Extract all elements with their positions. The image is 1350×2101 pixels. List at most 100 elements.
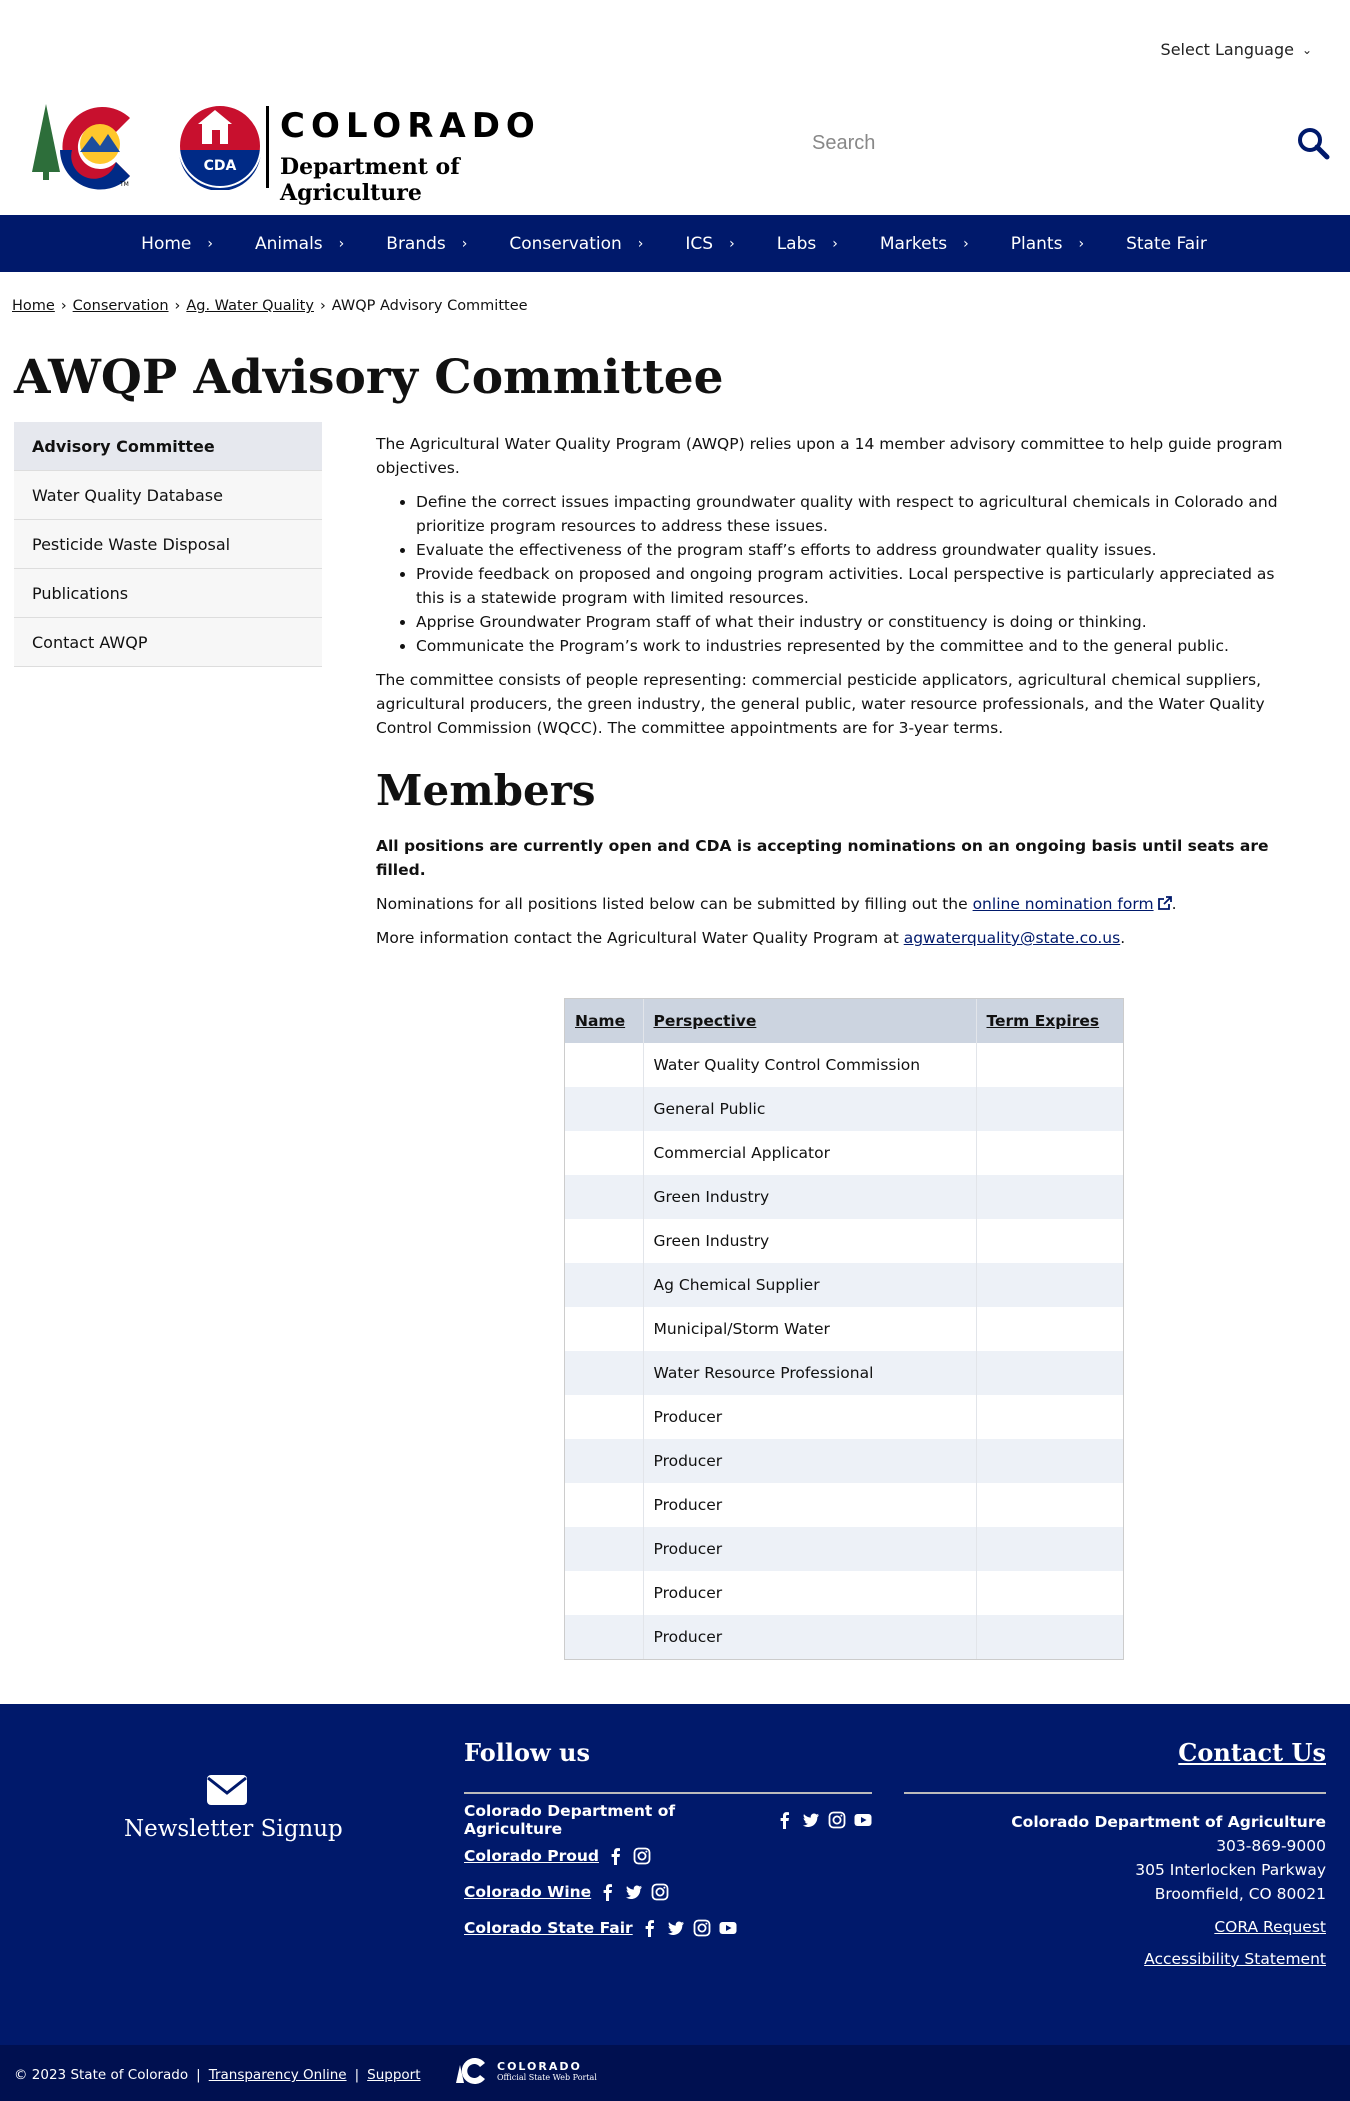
table-row: Commercial Applicator	[565, 1131, 1123, 1175]
chevron-down-icon: ⌄	[1301, 42, 1312, 57]
nav-label: Conservation	[509, 233, 622, 254]
members-table-wrap: Name Perspective Term Expires Water Qual…	[564, 998, 1124, 1660]
breadcrumb-ag-water-quality[interactable]: Ag. Water Quality	[186, 298, 314, 314]
cell-perspective: Water Resource Professional	[642, 1351, 976, 1395]
contact-us-link[interactable]: Contact Us	[1178, 1738, 1326, 1767]
nav-item-ics[interactable]: ICS ›	[685, 234, 756, 254]
nav-item-labs[interactable]: Labs ›	[777, 234, 860, 254]
footer: Newsletter Signup Follow us Colorado Dep…	[0, 1704, 1350, 2045]
nav-item-state-fair[interactable]: State Fair	[1126, 234, 1229, 254]
cda-logo[interactable]: TM CDA COLORADO Department of Agricultur…	[30, 100, 540, 206]
contact-heading: Contact Us	[904, 1738, 1326, 1794]
nav-item-animals[interactable]: Animals ›	[255, 234, 366, 254]
chevron-right-icon: ›	[207, 235, 213, 252]
facebook-icon[interactable]	[607, 1847, 625, 1865]
copyright-line: © 2023 State of Colorado | Transparency On…	[14, 2067, 421, 2083]
cora-request-link[interactable]: CORA Request	[1214, 1918, 1326, 1936]
cell-name	[565, 1087, 643, 1131]
column-header-term-expires[interactable]: Term Expires	[975, 999, 1123, 1043]
newsletter-label: Newsletter Signup	[124, 1816, 343, 1842]
transparency-link[interactable]: Transparency Online	[209, 2067, 347, 2083]
contact-city: Broomfield, CO 80021	[1154, 1885, 1326, 1903]
sidebar-item-advisory-committee[interactable]: Advisory Committee	[14, 422, 322, 471]
breadcrumb-separator: ›	[319, 298, 326, 314]
table-row: Producer	[565, 1395, 1123, 1439]
search-input[interactable]	[800, 131, 1260, 155]
brand-row: TM CDA COLORADO Department of Agricultur…	[0, 82, 1350, 215]
content-area: Advisory Committee Water Quality Databas…	[0, 422, 1350, 1704]
instagram-icon[interactable]	[693, 1919, 711, 1937]
twitter-icon[interactable]	[667, 1919, 685, 1937]
separator: |	[354, 2067, 360, 2083]
nav-item-conservation[interactable]: Conservation ›	[509, 234, 665, 254]
table-row: Producer	[565, 1615, 1123, 1659]
cell-term	[975, 1483, 1123, 1527]
contact-phone: 303-869-9000	[1216, 1837, 1326, 1855]
support-link[interactable]: Support	[367, 2067, 420, 2083]
list-item: Communicate the Program’s work to indust…	[416, 634, 1296, 658]
twitter-icon[interactable]	[625, 1883, 643, 1901]
nav-label: Animals	[254, 233, 323, 254]
table-row: General Public	[565, 1087, 1123, 1131]
state-portal-logo[interactable]: COLORADO Official State Web Portal	[455, 2057, 597, 2085]
cell-name	[565, 1043, 643, 1087]
info-paragraph: More information contact the Agricultura…	[376, 926, 1296, 950]
language-select[interactable]: Select Language ⌄	[1161, 40, 1312, 59]
instagram-icon[interactable]	[651, 1883, 669, 1901]
portal-line1: COLORADO	[497, 2060, 582, 2073]
list-item: Evaluate the effectiveness of the progra…	[416, 538, 1296, 562]
sidebar-item-contact-awqp[interactable]: Contact AWQP	[14, 618, 322, 667]
social-row-label[interactable]: Colorado Proud	[464, 1847, 599, 1865]
portal-text: COLORADO Official State Web Portal	[497, 2060, 597, 2082]
email-link[interactable]: agwaterquality@state.co.us	[904, 929, 1121, 947]
table-row: Green Industry	[565, 1175, 1123, 1219]
twitter-icon[interactable]	[802, 1811, 820, 1829]
accessibility-link[interactable]: Accessibility Statement	[1144, 1950, 1326, 1968]
instagram-icon[interactable]	[633, 1847, 651, 1865]
main-content: The Agricultural Water Quality Program (…	[376, 422, 1296, 1704]
sidebar-item-publications[interactable]: Publications	[14, 569, 322, 618]
cell-name	[565, 1439, 643, 1483]
facebook-icon[interactable]	[599, 1883, 617, 1901]
newsletter-signup[interactable]: Newsletter Signup	[124, 1774, 343, 1842]
follow-us-section: Follow us Colorado Department of Agricul…	[464, 1738, 872, 1938]
youtube-icon[interactable]	[719, 1919, 737, 1937]
cell-name	[565, 1263, 643, 1307]
cell-term	[975, 1351, 1123, 1395]
facebook-icon[interactable]	[641, 1919, 659, 1937]
cell-name	[565, 1571, 643, 1615]
nav-item-home[interactable]: Home ›	[141, 234, 235, 254]
cell-perspective: Producer	[642, 1571, 976, 1615]
column-header-name[interactable]: Name	[565, 999, 643, 1043]
copyright-text: © 2023 State of Colorado	[14, 2067, 189, 2083]
social-row-label[interactable]: Colorado Wine	[464, 1883, 591, 1901]
social-row: Colorado Department of Agriculture	[464, 1802, 872, 1838]
nomination-form-link[interactable]: online nomination form	[973, 895, 1154, 913]
nav-item-plants[interactable]: Plants ›	[1011, 234, 1106, 254]
nav-item-brands[interactable]: Brands ›	[386, 234, 489, 254]
breadcrumb-conservation[interactable]: Conservation	[73, 298, 169, 314]
logo-text: COLORADO Department of Agriculture	[280, 106, 541, 206]
cell-perspective: General Public	[642, 1087, 976, 1131]
youtube-icon[interactable]	[854, 1811, 872, 1829]
table-row: Producer	[565, 1439, 1123, 1483]
instagram-icon[interactable]	[828, 1811, 846, 1829]
nomination-end: .	[1171, 895, 1177, 913]
social-row: Colorado Proud	[464, 1846, 872, 1866]
colorado-c-mini-icon	[456, 2058, 485, 2084]
sidebar-item-pesticide-waste-disposal[interactable]: Pesticide Waste Disposal	[14, 520, 322, 569]
cora-request: CORA Request	[904, 1918, 1326, 1936]
chevron-right-icon: ›	[963, 235, 969, 252]
cell-perspective: Producer	[642, 1395, 976, 1439]
members-heading: Members	[376, 766, 596, 815]
sidebar-item-water-quality-database[interactable]: Water Quality Database	[14, 471, 322, 520]
chevron-right-icon: ›	[729, 235, 735, 252]
cell-perspective: Producer	[642, 1527, 976, 1571]
nav-item-markets[interactable]: Markets ›	[880, 234, 991, 254]
nav-label: Plants	[1010, 233, 1063, 254]
column-header-perspective[interactable]: Perspective	[642, 999, 976, 1043]
social-row-label[interactable]: Colorado State Fair	[464, 1919, 633, 1937]
search-icon[interactable]	[1296, 126, 1330, 160]
breadcrumb-home[interactable]: Home	[12, 298, 55, 314]
facebook-icon[interactable]	[776, 1811, 794, 1829]
